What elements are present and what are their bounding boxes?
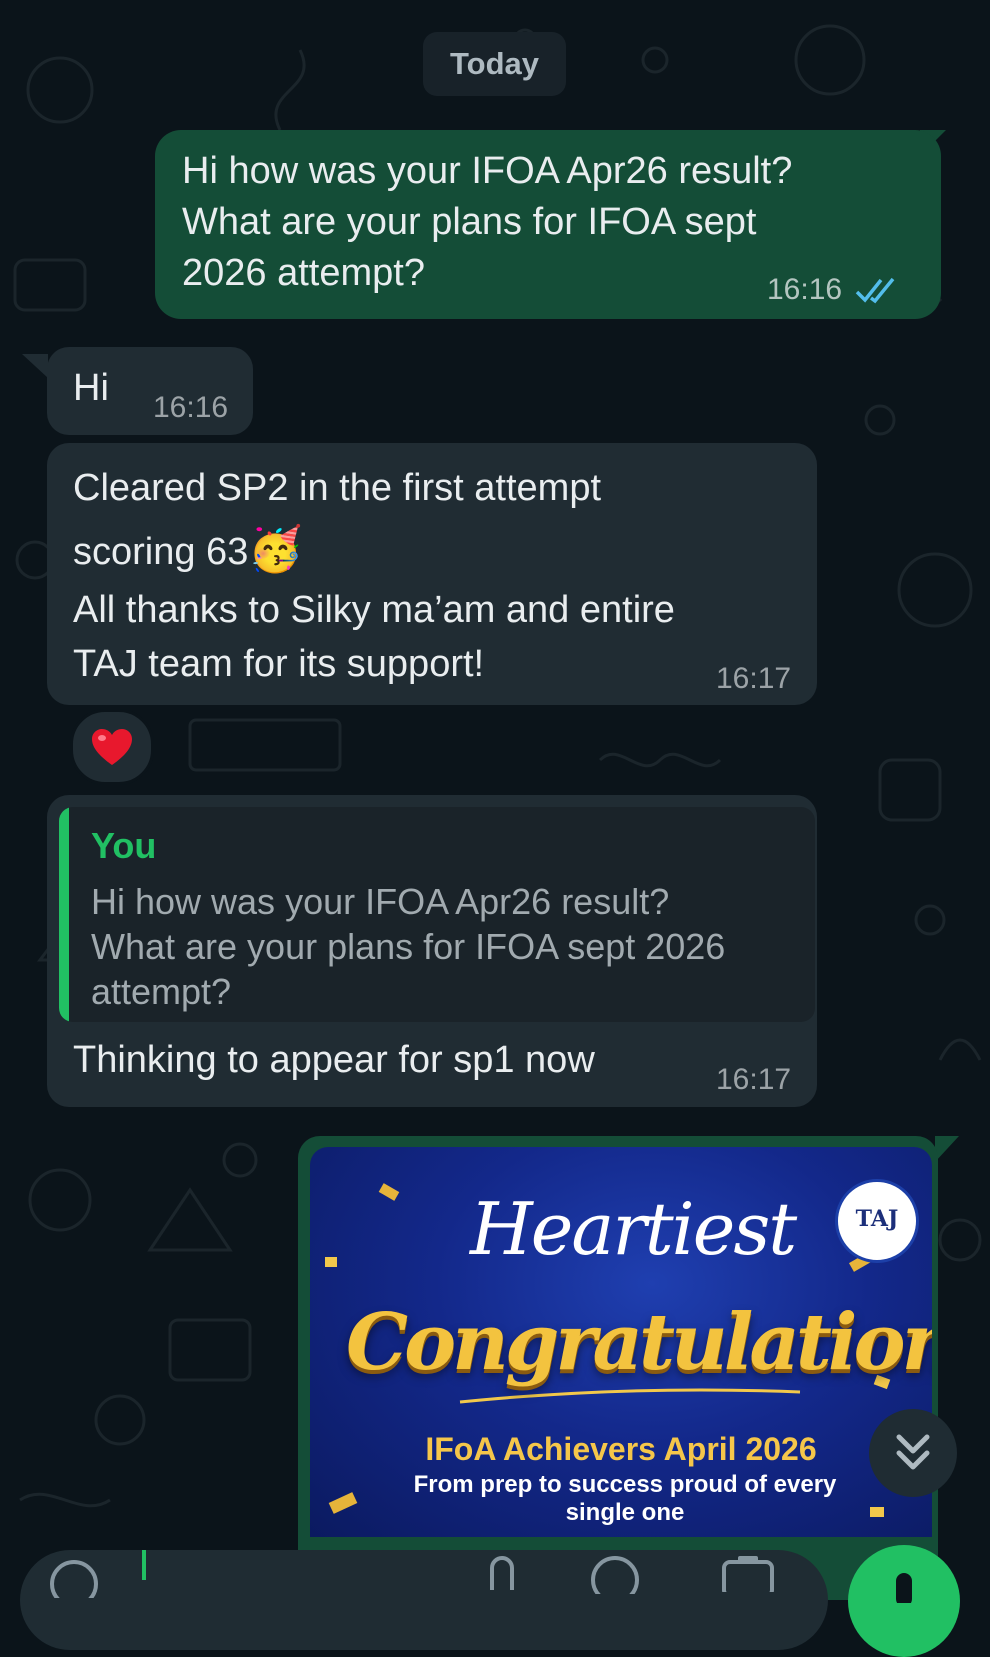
message-text-line: All thanks to Silky ma’am and entire xyxy=(73,589,675,631)
message-text: Thinking to appear for sp1 now xyxy=(73,1039,595,1081)
mic-icon xyxy=(896,1573,912,1603)
camera-icon[interactable] xyxy=(720,1552,776,1592)
double-check-icon xyxy=(855,277,895,304)
mic-button[interactable] xyxy=(848,1545,960,1657)
message-time: 16:16 xyxy=(153,391,229,424)
heart-reaction-icon xyxy=(92,729,132,765)
taj-logo: TAJ xyxy=(835,1179,919,1263)
message-time: 16:17 xyxy=(716,662,792,695)
tagline-line: single one xyxy=(565,1499,685,1526)
heartiest-text: Heartiest xyxy=(470,1187,797,1271)
date-divider: Today xyxy=(423,32,566,96)
attach-icon[interactable] xyxy=(482,1554,522,1594)
message-text-line: What are your plans for IFOA sept xyxy=(182,201,757,243)
quote-text-line: Hi how was your IFOA Apr26 result? xyxy=(91,881,670,922)
incoming-reply-message[interactable]: You Hi how was your IFOA Apr26 result? W… xyxy=(47,795,817,1107)
quoted-message[interactable]: You Hi how was your IFOA Apr26 result? W… xyxy=(59,807,815,1022)
message-reaction[interactable] xyxy=(70,709,154,785)
achievers-subtitle: IFoA Achievers April 2026 xyxy=(425,1431,817,1467)
outgoing-message[interactable]: Hi how was your IFOA Apr26 result? What … xyxy=(155,130,941,319)
congratulations-image[interactable]: Heartiest Congratulations IFoA Achievers… xyxy=(310,1147,932,1537)
scroll-down-icon xyxy=(896,1434,930,1470)
scroll-to-bottom-button[interactable] xyxy=(869,1409,957,1497)
outgoing-bubble-tail xyxy=(935,1136,959,1162)
message-time: 16:17 xyxy=(716,1063,792,1096)
message-text-line: Hi how was your IFOA Apr26 result? xyxy=(182,150,793,192)
message-text-line: Cleared SP2 in the first attempt xyxy=(73,467,602,509)
message-time: 16:16 xyxy=(767,273,843,306)
incoming-message[interactable]: Hi 16:16 xyxy=(47,347,253,435)
quote-author: You xyxy=(91,825,157,866)
currency-icon[interactable] xyxy=(590,1554,640,1594)
party-face-emoji: 🥳 xyxy=(248,525,304,574)
quote-accent-bar xyxy=(59,807,69,1022)
text-cursor xyxy=(142,1550,146,1580)
congratulations-text: Congratulations xyxy=(346,1297,932,1388)
message-input-bar[interactable] xyxy=(20,1550,828,1650)
incoming-bubble-tail xyxy=(22,354,48,378)
message-text-line: scoring 63 xyxy=(73,531,249,573)
quote-text-line: What are your plans for IFOA sept 2026 xyxy=(91,926,726,967)
message-text: Hi xyxy=(73,367,109,409)
quote-text-line: attempt? xyxy=(91,971,232,1012)
tagline-line: From prep to success proud of every xyxy=(413,1471,837,1498)
message-text-line: TAJ team for its support! xyxy=(73,643,485,685)
incoming-message[interactable]: Cleared SP2 in the first attempt scoring… xyxy=(47,443,817,705)
emoji-icon[interactable] xyxy=(48,1558,100,1598)
message-text-line: 2026 attempt? xyxy=(182,252,425,294)
